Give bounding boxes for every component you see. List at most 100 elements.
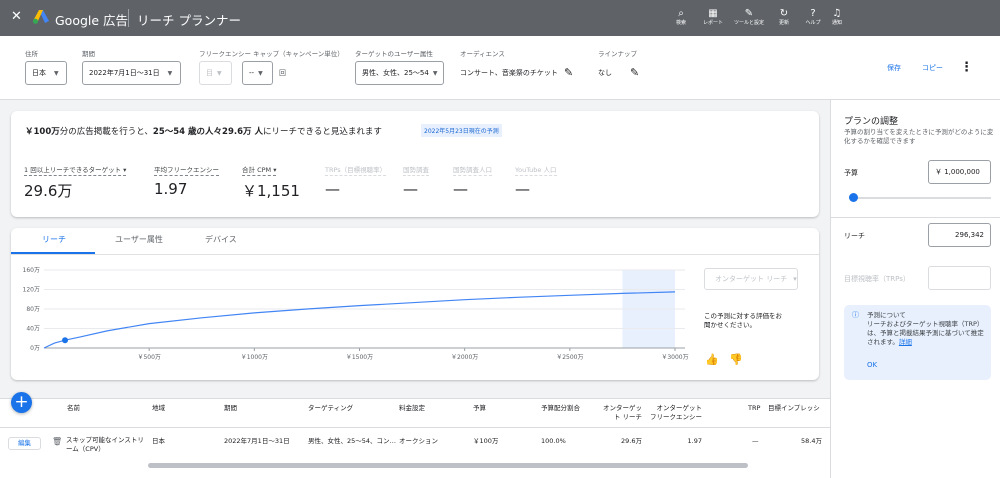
row-pricing: オークション: [399, 437, 438, 445]
forecast-date-badge: 2022年5月23日現在の予測: [421, 124, 502, 137]
metric-label-census: 国勢調査: [403, 166, 429, 176]
trp-label: 目標視聴率（TRPs）: [844, 275, 910, 283]
reach-input[interactable]: 296,342: [928, 223, 991, 247]
info-link[interactable]: 詳細: [899, 338, 912, 346]
budget-slider-track[interactable]: [849, 197, 991, 199]
chart-card: リーチ ユーザー属性 デバイス 160万 120万 80万 40万 0万 ￥500万 ￥10…: [11, 228, 819, 380]
metric-value-census-pop: —: [453, 180, 468, 198]
metric-label-trp: TRPs（目標視聴率）: [325, 166, 387, 176]
row-region: 日本: [152, 437, 165, 445]
more-vert-icon[interactable]: ⋮: [960, 60, 973, 75]
x-tick-label: ￥2000万: [451, 354, 478, 361]
edit-lineup-icon[interactable]: ✎: [630, 66, 639, 79]
lineup-label: ラインナップ: [598, 50, 637, 58]
delete-icon[interactable]: 🗑: [52, 437, 62, 446]
metric-label-reach[interactable]: 1 回以上リーチできるターゲット ▾: [24, 164, 127, 176]
y-tick-label: 40万: [26, 326, 40, 333]
lineup-value: なし: [598, 69, 612, 77]
add-plan-button[interactable]: +: [11, 392, 32, 413]
reach-series-line: [43, 291, 676, 349]
period-select[interactable]: 2022年7月1日～31日 ▼: [82, 61, 181, 85]
horizontal-scrollbar[interactable]: [148, 463, 748, 468]
location-select[interactable]: 日本 ▼: [25, 61, 67, 85]
edit-audience-icon[interactable]: ✎: [564, 66, 573, 79]
frequency-cap-label: フリークエンシー キャップ（キャンペーン単位）: [199, 50, 344, 58]
target-select[interactable]: 男性、女性、25～54 ▼: [355, 61, 444, 85]
frequency-cap-unit-select[interactable]: 目 ▼: [199, 61, 232, 85]
row-name: スキップ可能なインストリーム（CPV）: [66, 436, 144, 453]
panel-title: プランの調整: [844, 117, 899, 127]
metric-label-youtube-pop: YouTube 人口: [515, 166, 557, 176]
audience-value: コンサート、音楽祭のチケット: [460, 69, 558, 77]
brand-name: Google 広告: [55, 13, 129, 28]
trp-input[interactable]: [928, 266, 991, 290]
x-tick-label: ￥1000万: [241, 354, 268, 361]
search-icon[interactable]: ⌕ 検索: [666, 8, 696, 26]
info-title: 予測について: [867, 311, 906, 319]
x-tick-label: ￥3000万: [661, 354, 688, 361]
thumbs-down-icon[interactable]: 👎: [729, 353, 743, 366]
bell-icon[interactable]: ♫ 通知: [822, 8, 852, 26]
col-header-share: 予算配分割合: [541, 404, 580, 412]
budget-label: 予算: [844, 169, 858, 177]
audience-label: オーディエンス: [460, 50, 505, 58]
col-header-budget: 予算: [473, 404, 486, 412]
info-icon: ⓘ: [852, 311, 859, 319]
forecast-info-box: ⓘ 予測について リーチおよびターゲット視聴率（TRP）は、予算と掲載結果予測に…: [844, 305, 991, 380]
thumbs-up-icon[interactable]: 👍: [705, 353, 719, 366]
google-ads-logo: [33, 10, 49, 24]
panel-divider: [831, 217, 1000, 218]
table-divider: [0, 427, 830, 428]
chevron-down-icon: ▼: [217, 70, 222, 77]
x-tick-label: ￥1500万: [346, 354, 373, 361]
refresh-icon[interactable]: ↻ 更新: [769, 8, 799, 26]
row-frequency: 1.97: [687, 437, 702, 445]
col-header-name: 名前: [67, 404, 80, 412]
info-text: 予測について リーチおよびターゲット視聴率（TRP）は、予算と掲載結果予測に基づ…: [867, 311, 987, 347]
period-label: 期間: [82, 50, 95, 58]
col-header-region: 地域: [152, 404, 165, 412]
y-tick-label: 120万: [23, 287, 40, 294]
chart-metric-select[interactable]: オンターゲット リーチ ▾: [704, 268, 798, 290]
edit-button[interactable]: 編集: [8, 437, 41, 450]
metric-value-reach: 29.6万: [24, 182, 73, 200]
location-label: 住所: [25, 50, 38, 58]
page-title: リーチ プランナー: [137, 13, 241, 28]
plan-adjust-panel: プランの調整 予算の割り当てを変えたときに予測がどのように変化するかを確認できま…: [830, 100, 1000, 478]
close-icon[interactable]: ✕: [11, 9, 22, 24]
reach-chart: 160万 120万 80万 40万 0万 ￥500万 ￥1000万 ￥1500万 ￥2000万 ￥…: [23, 267, 689, 361]
frequency-cap-count-select[interactable]: -- ▼: [242, 61, 273, 85]
x-tick-label: ￥500万: [137, 354, 160, 361]
metric-value-trp: —: [325, 180, 340, 198]
col-header-trp: TRP: [748, 404, 761, 412]
y-tick-label: 160万: [23, 267, 40, 274]
tools-icon[interactable]: ✎ ツールと設定: [734, 8, 764, 26]
row-impressions: 58.4万: [801, 437, 822, 445]
chevron-down-icon: ▼: [54, 70, 59, 77]
col-header-reach: オンターゲット リーチ: [603, 404, 642, 421]
metric-label-census-pop: 国勢調査人口: [453, 166, 492, 176]
copy-button[interactable]: コピー: [922, 63, 943, 73]
report-icon[interactable]: ▦ レポート: [698, 8, 728, 26]
y-tick-label: 80万: [26, 306, 40, 313]
panel-description: 予算の割り当てを変えたときに予測がどのように変化するかを確認できます: [844, 128, 994, 145]
metric-value-cpm: ￥1,151: [242, 182, 300, 200]
metric-label-frequency: 平均フリークエンシー: [154, 166, 219, 176]
ok-button[interactable]: OK: [867, 361, 877, 369]
chevron-down-icon: ▼: [432, 70, 438, 77]
info-body: リーチおよびターゲット視聴率（TRP）は、予算と掲載結果予測に基づいて推定されま…: [867, 320, 984, 346]
budget-slider-knob[interactable]: [849, 193, 859, 202]
budget-input[interactable]: ￥ 1,000,000: [928, 160, 991, 184]
summary-headline: ￥100万分の広告掲載を行うと、25～54 歳の人々29.6万 人にリーチできる…: [25, 127, 382, 137]
metric-value-frequency: 1.97: [154, 180, 188, 198]
chevron-down-icon: ▼: [167, 70, 173, 77]
feedback-prompt: この予測に対する評価をお聞かせください。: [704, 312, 782, 329]
row-budget: ￥100万: [473, 437, 499, 445]
metric-label-cpm[interactable]: 合計 CPM ▾: [242, 164, 277, 176]
plan-table: 名前 地域 期間 ターゲティング 料金設定 予算 予算配分割合 オンターゲット …: [0, 398, 830, 478]
filter-bar: 住所 日本 ▼ 期間 2022年7月1日～31日 ▼ フリークエンシー キャップ（キ…: [0, 36, 1000, 100]
reach-label: リーチ: [844, 232, 865, 240]
save-button[interactable]: 保存: [887, 63, 901, 73]
frequency-cap-unit: 回: [279, 69, 286, 77]
col-header-period: 期間: [224, 404, 237, 412]
